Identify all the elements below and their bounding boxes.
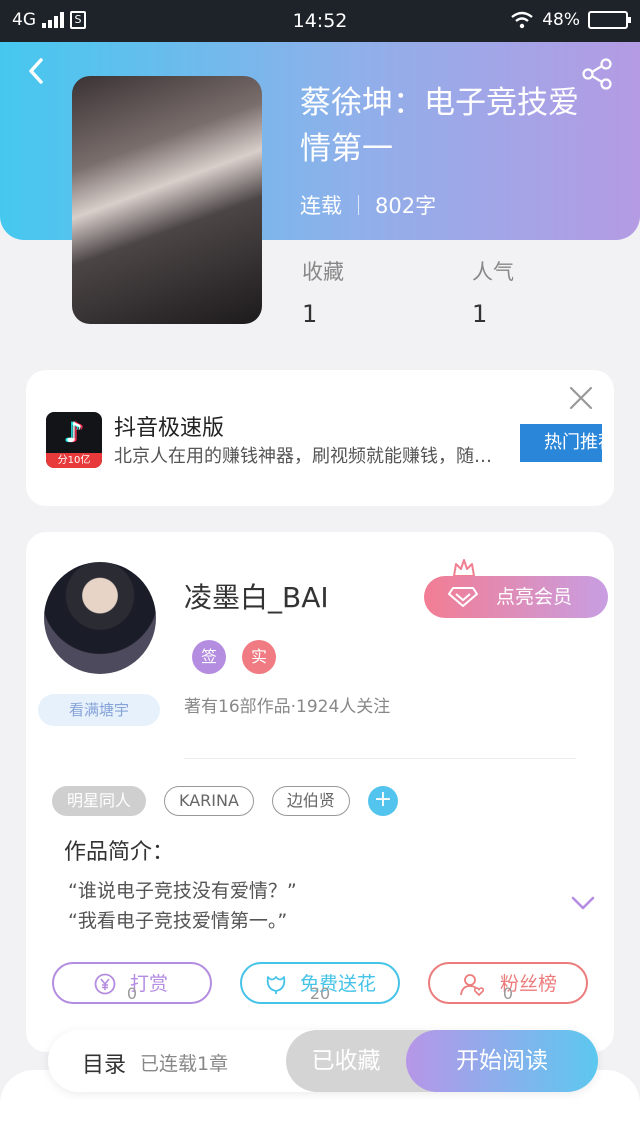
stat-popularity: 人气 1 [472,256,514,328]
tag-item[interactable]: KARINA [164,786,254,816]
chapter-count[interactable]: 已连载1章 [140,1049,228,1076]
stat-value: 1 [302,300,318,328]
ad-description: 北京人在用的赚钱神器，刷视频就能赚钱，随… [114,446,492,467]
expand-intro-button[interactable] [570,894,596,912]
chevron-left-icon [29,58,43,84]
battery-icon [588,11,631,29]
stat-label: 人气 [472,260,514,284]
status-bar: 4G S 14:52 48% [0,0,640,42]
ad-app-name: 抖音极速版 [114,416,225,441]
intro-line: “我看电子竞技爱情第一。” [68,910,288,932]
toc-button[interactable]: 目录 [82,1047,126,1079]
verified-badge: 实 [242,640,276,674]
author-badges: 签 实 [192,640,276,674]
intro-title: 作品简介： [64,840,175,865]
flower-count: 20 [309,984,331,1003]
back-button[interactable] [22,56,52,86]
author-stats: 著有16部作品·1924人关注 [184,697,391,717]
chevron-down-icon [571,896,595,910]
book-title: 蔡徐坤：电子竞技爱情第一 [300,85,579,167]
intro-line: “谁说电子竞技没有爱情？” [68,880,297,902]
serial-status: 连载 [300,194,342,218]
add-tag-button[interactable]: + [367,786,398,816]
author-name[interactable]: 凌墨白_BAI [184,576,329,616]
ad-card[interactable]: ♪ 分10亿 抖音极速版 北京人在用的赚钱神器，刷视频就能赚钱，随… 热门推荐 [26,370,614,506]
book-cover-image[interactable] [72,76,262,324]
tag-item[interactable]: 边伯贤 [271,786,350,816]
close-icon [569,386,593,410]
status-right: 48% [510,10,631,30]
wifi-icon [511,11,533,29]
author-avatar[interactable] [44,562,156,674]
status-divider [358,195,359,215]
author-card: 看满塘宇 凌墨白_BAI 点亮会员 签 实 著有16部作品·1924人关注 明星… [26,532,614,1052]
ad-close-button[interactable] [568,385,594,411]
app-icon-strip: 分10亿 [46,453,102,468]
divider [184,758,576,759]
ad-cta-button[interactable]: 热门推荐 [520,424,602,462]
battery-percent: 48% [542,10,580,30]
bottom-action-bar: 目录 已连载1章 已收藏 开始阅读 [48,1030,598,1092]
tag-row: 明星同人 KARINA 边伯贤 + [52,786,398,816]
diamond-icon [448,587,478,607]
word-count: 802字 [375,194,437,218]
stat-favorites: 收藏 1 [302,256,344,328]
start-reading-button[interactable]: 开始阅读 [406,1030,598,1092]
reward-count: 0 [126,984,138,1003]
vip-label: 点亮会员 [496,586,573,608]
vip-button[interactable]: 点亮会员 [424,576,608,618]
stat-value: 1 [472,300,488,328]
tag-item[interactable]: 明星同人 [52,786,147,816]
music-note-icon: ♪ [65,416,83,449]
book-status-row: 连载 802字 [300,190,436,220]
avatar-badge: 看满塘宇 [38,694,160,726]
signed-badge: 签 [192,640,226,674]
favorited-label: 已收藏 [311,1048,381,1074]
app-icon: ♪ 分10亿 [46,412,102,468]
stat-label: 收藏 [302,260,344,284]
fan-count: 0 [502,984,514,1003]
crown-icon [453,559,475,577]
